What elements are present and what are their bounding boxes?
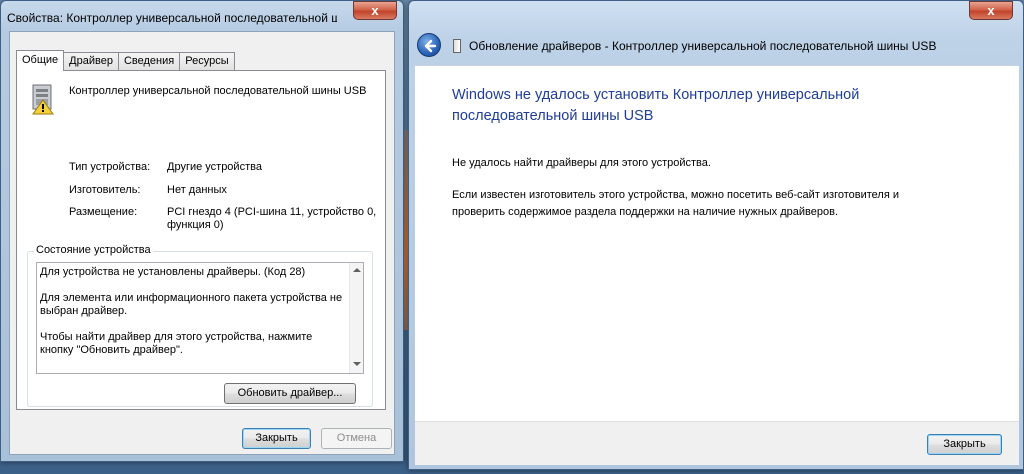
status-line-code: Для устройства не установлены драйверы. … <box>40 266 306 278</box>
general-tab-panel: Контроллер универсальной последовательно… <box>16 70 386 410</box>
properties-window: Свойства: Контроллер универсальной после… <box>0 0 404 462</box>
status-line-hint: Чтобы найти драйвер для этого устройства… <box>40 331 313 356</box>
properties-window-title: Свойства: Контроллер универсальной после… <box>7 11 337 25</box>
tab-driver[interactable]: Драйвер <box>63 52 119 71</box>
scroll-up-arrow-icon[interactable] <box>353 268 361 272</box>
update-window-title: Обновление драйверов - Контроллер универ… <box>469 39 937 53</box>
update-window-footer: Закрыть <box>415 421 1019 465</box>
properties-window-client: Общие Драйвер Сведения Ресурсы Контролле… <box>9 31 395 455</box>
properties-window-close-button[interactable]: x <box>353 1 397 20</box>
back-button[interactable] <box>417 33 441 57</box>
device-status-legend: Состояние устройства <box>34 244 153 256</box>
status-line-no-driver: Для элемента или информационного пакета … <box>40 292 343 317</box>
error-heading: Windows не удалось установить Контроллер… <box>452 87 860 124</box>
manufacturer-value: Нет данных <box>167 184 227 196</box>
error-message-manufacturer-hint: Если известен изготовитель этого устройс… <box>452 189 900 218</box>
update-window-close-button[interactable]: x <box>969 1 1013 20</box>
device-status-text: Для устройства не установлены драйверы. … <box>40 266 345 357</box>
update-drivers-window: x Обновление драйверов - Контроллер унив… <box>408 0 1024 470</box>
tab-details[interactable]: Сведения <box>117 52 181 71</box>
cancel-button[interactable]: Отмена <box>321 428 392 449</box>
update-window-content: Windows не удалось установить Контроллер… <box>415 65 1019 421</box>
update-window-close-text-button[interactable]: Закрыть <box>927 434 1002 455</box>
location-value: PCI гнездо 4 (PCI-шина 11, устройство 0,… <box>167 206 377 231</box>
location-label: Размещение: <box>69 206 138 218</box>
usb-device-warning-icon <box>29 83 59 115</box>
tab-resources[interactable]: Ресурсы <box>179 52 235 71</box>
driver-device-icon <box>453 39 461 53</box>
status-scrollbar[interactable] <box>349 263 363 373</box>
device-type-label: Тип устройства: <box>69 161 151 173</box>
device-type-value: Другие устройства <box>167 161 262 173</box>
device-status-group: Состояние устройства Для устройства не у… <box>27 244 373 407</box>
update-driver-button[interactable]: Обновить драйвер... <box>224 383 356 404</box>
error-message-no-drivers: Не удалось найти драйверы для этого устр… <box>452 157 711 169</box>
tab-general[interactable]: Общие <box>16 50 65 71</box>
scroll-down-arrow-icon[interactable] <box>353 362 361 366</box>
device-name: Контроллер универсальной последовательно… <box>69 85 367 97</box>
close-button[interactable]: Закрыть <box>242 428 311 449</box>
device-status-textbox[interactable]: Для устройства не установлены драйверы. … <box>36 262 364 374</box>
manufacturer-label: Изготовитель: <box>69 184 141 196</box>
properties-tabs: Общие Драйвер Сведения Ресурсы <box>16 50 235 71</box>
back-arrow-icon <box>424 39 437 53</box>
